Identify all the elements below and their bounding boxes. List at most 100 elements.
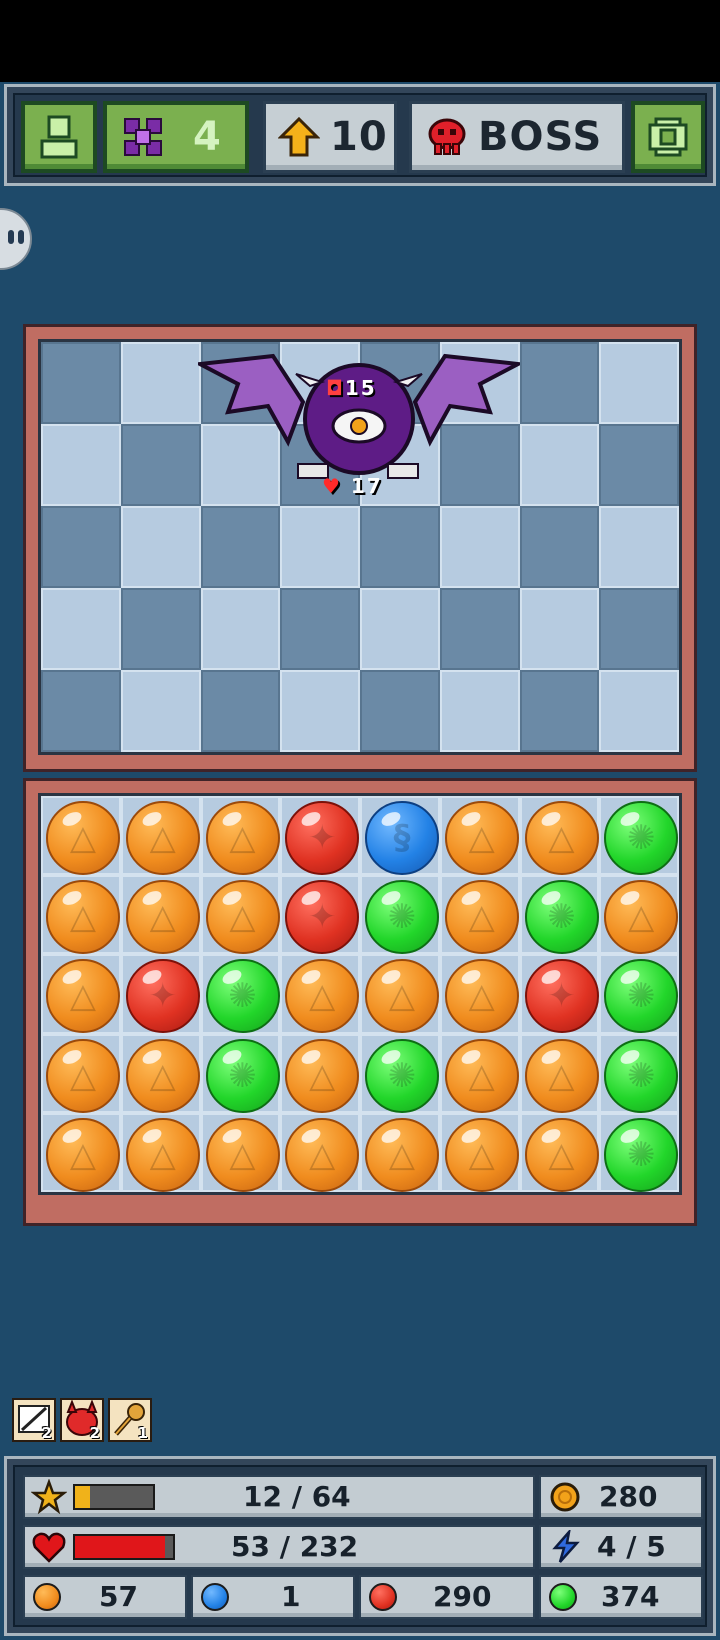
arena-tile[interactable] (519, 670, 600, 752)
orb-cell[interactable]: △ (360, 954, 440, 1034)
orange-orb[interactable]: △ (125, 1038, 200, 1113)
green-orb[interactable]: ✺ (365, 880, 439, 955)
orb-cell[interactable]: △ (41, 1033, 121, 1113)
orb-cell[interactable]: ✺ (599, 1033, 679, 1113)
orange-orb[interactable]: △ (125, 801, 200, 875)
arena-tile[interactable] (200, 670, 281, 752)
orb-cell[interactable]: ✺ (360, 875, 440, 955)
settings-button[interactable] (631, 101, 705, 173)
arena-tile[interactable] (41, 506, 121, 588)
orb-cell[interactable]: △ (120, 1112, 201, 1192)
arena-tile[interactable] (360, 670, 440, 752)
orb-cell[interactable]: △ (200, 796, 281, 876)
orange-orb[interactable]: △ (46, 1117, 120, 1192)
enemy-bat-demon[interactable]: ◘15 ♥ 17 (193, 344, 525, 504)
arena-tile[interactable] (41, 670, 121, 752)
orange-orb[interactable]: △ (205, 880, 280, 955)
arena-tile[interactable] (519, 424, 600, 506)
arena-tile[interactable] (599, 506, 679, 588)
orb-cell[interactable]: △ (41, 796, 121, 876)
orange-orb[interactable]: △ (365, 1117, 439, 1192)
orange-orb[interactable]: △ (524, 1117, 599, 1192)
arena-tile[interactable] (439, 670, 520, 752)
green-orb[interactable]: ✺ (524, 880, 599, 955)
orange-orb[interactable]: △ (125, 880, 200, 955)
arena-tile[interactable] (519, 506, 600, 588)
orb-cell[interactable]: ✦ (120, 954, 201, 1034)
orange-orb[interactable]: △ (285, 959, 360, 1034)
orange-orb[interactable]: △ (205, 1117, 280, 1192)
orb-cell[interactable]: ✺ (519, 875, 600, 955)
orb-cell[interactable]: △ (439, 875, 520, 955)
orange-orb[interactable]: △ (444, 1038, 519, 1113)
orange-orb[interactable]: △ (444, 1117, 519, 1192)
red-orb[interactable]: ✦ (285, 801, 360, 875)
orange-orb[interactable]: △ (46, 801, 120, 875)
gems-counter[interactable]: 4 (103, 101, 249, 173)
arena-tile[interactable] (360, 506, 440, 588)
orb-cell[interactable]: △ (41, 875, 121, 955)
orb-cell[interactable]: △ (439, 954, 520, 1034)
orb-cell[interactable]: △ (200, 875, 281, 955)
orb-cell[interactable]: △ (280, 954, 360, 1034)
orange-orb[interactable]: △ (285, 1117, 360, 1192)
green-orb[interactable]: ✺ (205, 959, 280, 1034)
orb-cell[interactable]: ✺ (599, 954, 679, 1034)
orange-orb[interactable]: △ (524, 1038, 599, 1113)
arena-tile[interactable] (120, 506, 201, 588)
arena-tile[interactable] (41, 342, 121, 424)
orb-cell[interactable]: △ (120, 796, 201, 876)
arena-tile[interactable] (120, 588, 201, 670)
orange-orb[interactable]: △ (46, 1038, 120, 1113)
red-orb[interactable]: ✦ (524, 959, 599, 1034)
arena-tile[interactable] (280, 670, 360, 752)
orange-orb[interactable]: △ (46, 880, 120, 955)
green-orb[interactable]: ✺ (365, 1038, 439, 1113)
orb-cell[interactable]: △ (439, 1033, 520, 1113)
orb-cell[interactable]: △ (519, 1033, 600, 1113)
arena-tile[interactable] (599, 588, 679, 670)
arena-tile[interactable] (41, 588, 121, 670)
arena-tile[interactable] (200, 588, 281, 670)
arena-tile[interactable] (120, 342, 201, 424)
red-orb[interactable]: ✦ (125, 959, 200, 1034)
orb-cell[interactable]: △ (360, 1112, 440, 1192)
arena-tile[interactable] (280, 506, 360, 588)
orb-cell[interactable]: ✦ (280, 875, 360, 955)
orb-cell[interactable]: △ (200, 1112, 281, 1192)
orb-cell[interactable]: △ (120, 875, 201, 955)
green-orb[interactable]: ✺ (205, 1038, 280, 1113)
arena-tile[interactable] (439, 588, 520, 670)
blue-orb[interactable]: § (365, 801, 439, 875)
orange-orb[interactable]: △ (365, 959, 439, 1034)
orange-orb[interactable]: △ (444, 959, 519, 1034)
orb-cell[interactable]: ✦ (519, 954, 600, 1034)
arena-tile[interactable] (41, 424, 121, 506)
orange-orb[interactable]: △ (604, 880, 679, 955)
orb-cell[interactable]: ✺ (200, 954, 281, 1034)
arena-tile[interactable] (519, 588, 600, 670)
orb-cell[interactable]: △ (519, 1112, 600, 1192)
orb-cell[interactable]: △ (280, 1112, 360, 1192)
arena-tile[interactable] (360, 588, 440, 670)
profile-button[interactable] (21, 101, 97, 173)
green-orb[interactable]: ✺ (604, 1117, 679, 1192)
arena-tile[interactable] (599, 424, 679, 506)
side-drawer-handle[interactable] (0, 208, 32, 270)
powerup-dice-scroll[interactable]: 2 (12, 1398, 56, 1442)
orange-orb[interactable]: △ (46, 959, 120, 1034)
green-orb[interactable]: ✺ (604, 1038, 679, 1113)
orange-orb[interactable]: △ (524, 801, 599, 875)
orange-orb[interactable]: △ (205, 801, 280, 875)
arena-tile[interactable] (519, 342, 600, 424)
arena-tile[interactable] (599, 342, 679, 424)
orb-cell[interactable]: ✺ (360, 1033, 440, 1113)
orb-cell[interactable]: △ (41, 954, 121, 1034)
arena-tile[interactable] (120, 670, 201, 752)
orb-cell[interactable]: △ (599, 875, 679, 955)
orange-orb[interactable]: △ (444, 801, 519, 875)
orange-orb[interactable]: △ (125, 1117, 200, 1192)
arena-tile[interactable] (599, 670, 679, 752)
red-orb[interactable]: ✦ (285, 880, 360, 955)
orb-cell[interactable]: ✺ (599, 796, 679, 876)
